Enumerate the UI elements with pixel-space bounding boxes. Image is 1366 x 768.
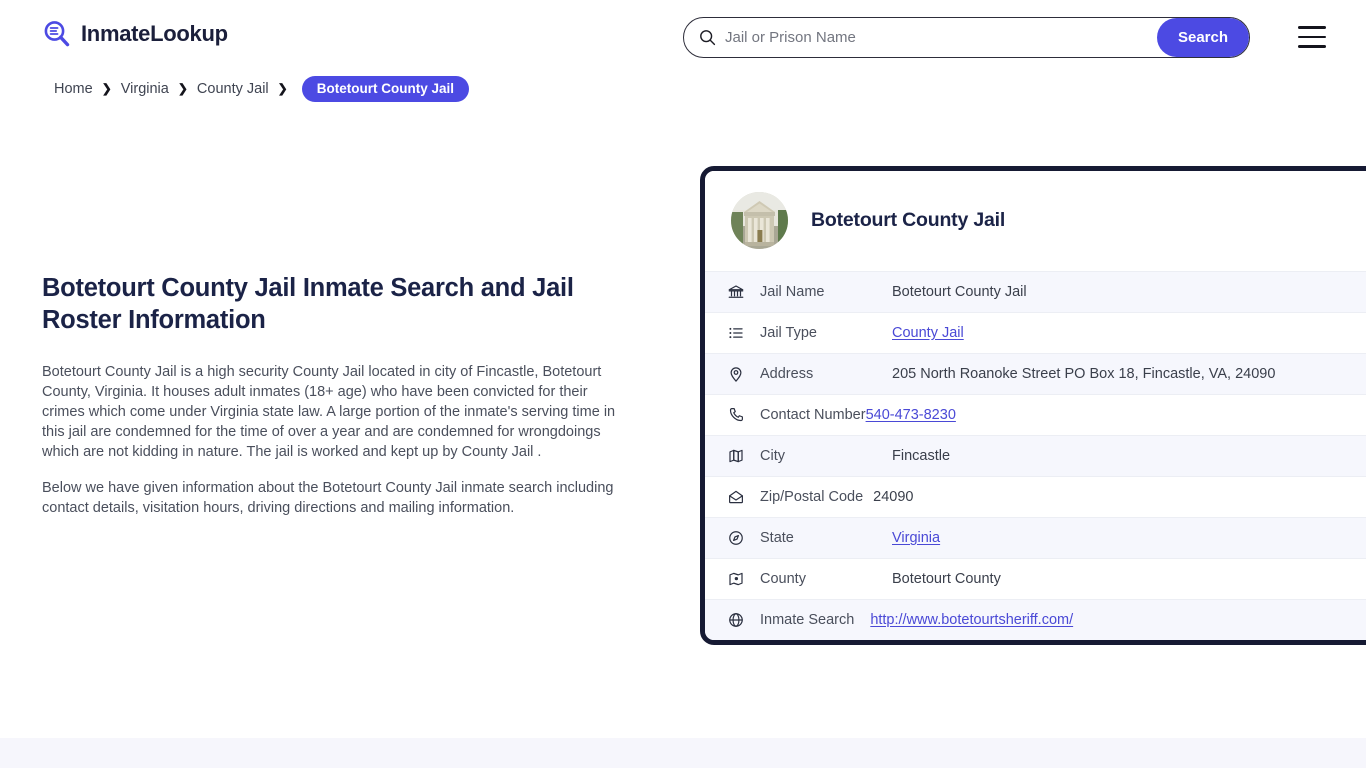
chevron-right-icon: ❯ (177, 81, 188, 96)
phone-icon (727, 406, 745, 424)
card-header: Botetourt County Jail (705, 171, 1366, 271)
folded-map-icon (727, 447, 745, 465)
row-label: Zip/Postal Code (760, 489, 864, 505)
phone-link[interactable]: 540-473-8230 (866, 407, 956, 423)
inmate-search-link[interactable]: http://www.botetourtsheriff.com/ (870, 612, 1073, 628)
brand-logo-link[interactable]: InmateLookup (42, 19, 228, 49)
breadcrumb-current-page: Botetourt County Jail (301, 76, 469, 102)
list-icon (727, 324, 745, 342)
table-row: Jail Type County Jail (705, 312, 1366, 353)
row-value: Virginia (892, 530, 940, 546)
footer-strip (0, 738, 1366, 768)
search-bar: Search (683, 17, 1250, 58)
bank-building-icon (727, 283, 745, 301)
jail-info-card: Botetourt County Jail Jail Name Botetour… (700, 166, 1366, 645)
breadcrumb-item-virginia[interactable]: Virginia (121, 81, 169, 97)
search-input-area (684, 18, 1157, 57)
jail-details-table: Jail Name Botetourt County Jail Jail Typ… (705, 271, 1366, 640)
row-value: 205 North Roanoke Street PO Box 18, Finc… (892, 366, 1276, 382)
row-value: 540-473-8230 (866, 407, 956, 423)
menu-bar-3 (1298, 45, 1326, 48)
search-list-logo-icon (42, 19, 72, 49)
row-label: Address (760, 366, 814, 382)
row-label: Inmate Search (760, 612, 855, 628)
row-value: Fincastle (892, 448, 951, 464)
hamburger-menu-icon[interactable] (1298, 26, 1326, 48)
site-header: InmateLookup Search (0, 0, 1366, 74)
search-input[interactable] (725, 18, 1157, 57)
table-row: Address 205 North Roanoke Street PO Box … (705, 353, 1366, 394)
table-row: State Virginia (705, 517, 1366, 558)
state-link[interactable]: Virginia (892, 530, 940, 546)
row-value: http://www.botetourtsheriff.com/ (870, 612, 1073, 628)
compass-globe-icon (727, 529, 745, 547)
row-label: County (760, 571, 806, 587)
row-label: City (760, 448, 785, 464)
courthouse-photo (731, 192, 788, 249)
breadcrumb: Home ❯ Virginia ❯ County Jail ❯ Botetour… (54, 76, 469, 102)
globe-icon (727, 611, 745, 629)
table-row: Contact Number 540-473-8230 (705, 394, 1366, 435)
intro-paragraph-2: Below we have given information about th… (42, 480, 614, 516)
table-row: County Botetourt County (705, 558, 1366, 599)
breadcrumb-item-county-jail[interactable]: County Jail (197, 81, 269, 97)
breadcrumb-item-home[interactable]: Home (54, 81, 93, 97)
envelope-icon (727, 488, 745, 506)
row-label: Jail Name (760, 284, 825, 300)
row-value: 24090 (873, 489, 914, 505)
article-column: Botetourt County Jail Inmate Search and … (42, 272, 642, 534)
page-title: Botetourt County Jail Inmate Search and … (42, 274, 574, 334)
table-row: Zip/Postal Code 24090 (705, 476, 1366, 517)
row-value: Botetourt County (892, 571, 1001, 587)
page-root: InmateLookup Search Home ❯ Virginia (0, 0, 1366, 768)
menu-bar-1 (1298, 26, 1326, 29)
row-value: County Jail (892, 325, 964, 341)
search-icon (699, 29, 716, 46)
chevron-right-icon: ❯ (277, 81, 288, 96)
jail-type-link[interactable]: County Jail (892, 325, 964, 341)
row-label: Jail Type (760, 325, 817, 341)
row-label: Contact Number (760, 407, 866, 423)
card-title: Botetourt County Jail (811, 209, 1006, 231)
table-row: City Fincastle (705, 435, 1366, 476)
chevron-right-icon: ❯ (101, 81, 112, 96)
row-value: Botetourt County Jail (892, 284, 1027, 300)
intro-paragraph-1: Botetourt County Jail is a high security… (42, 364, 616, 460)
map-pin-icon (727, 365, 745, 383)
search-button[interactable]: Search (1157, 18, 1249, 57)
table-row: Jail Name Botetourt County Jail (705, 271, 1366, 312)
map-location-icon (727, 570, 745, 588)
row-label: State (760, 530, 794, 546)
menu-bar-2 (1298, 35, 1326, 39)
table-row: Inmate Search http://www.botetourtsherif… (705, 599, 1366, 640)
brand-name: InmateLookup (81, 21, 228, 46)
